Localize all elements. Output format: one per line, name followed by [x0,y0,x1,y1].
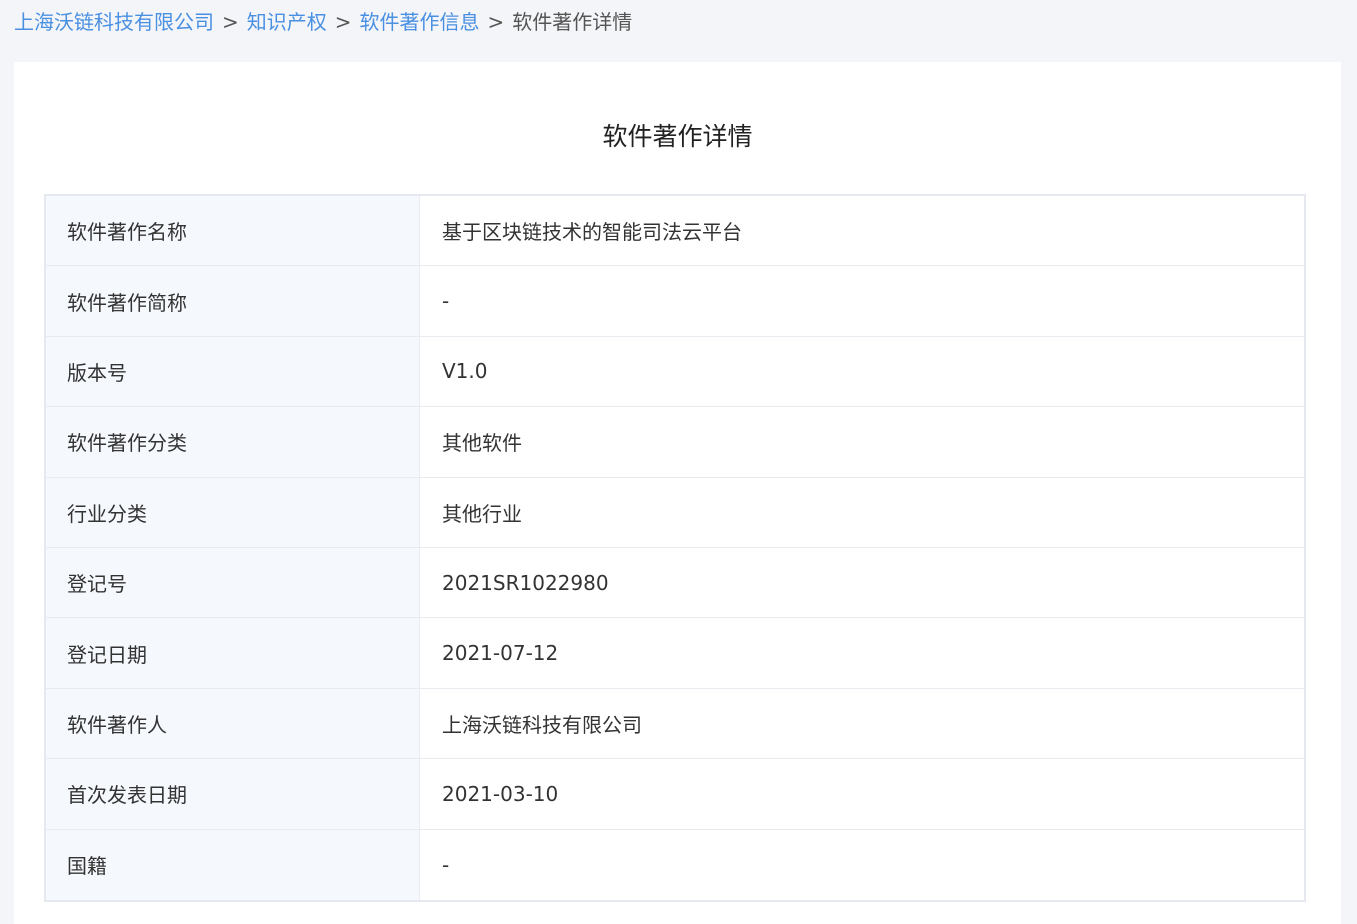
table-row: 版本号 V1.0 [46,336,1304,408]
row-label: 首次发表日期 [46,759,420,829]
row-label: 软件著作分类 [46,407,420,477]
table-row: 登记日期 2021-07-12 [46,618,1304,689]
row-value: 2021-07-12 [442,641,559,666]
row-label: 登记日期 [46,618,420,688]
table-row: 软件著作名称 基于区块链技术的智能司法云平台 [46,196,1304,267]
page-title: 软件著作详情 [602,122,753,151]
breadcrumb-link-company[interactable]: 上海沃链科技有限公司 [14,10,214,34]
row-label: 软件著作人 [46,688,420,759]
row-label: 国籍 [46,829,420,900]
row-value: V1.0 [442,359,488,384]
row-label: 行业分类 [46,477,420,547]
table-row: 首次发表日期 2021-03-10 [46,759,1304,830]
row-value: 基于区块链技术的智能司法云平台 [442,220,742,245]
table-row: 国籍 - [46,829,1304,900]
row-label: 软件著作名称 [46,196,420,266]
row-label: 版本号 [46,336,420,407]
breadcrumb-link-ip[interactable]: 知识产权 [247,10,327,34]
breadcrumb-separator: > [222,10,239,34]
table-row: 登记号 2021SR1022980 [46,547,1304,619]
row-value: - [442,289,450,314]
detail-card: 软件著作详情 软件著作名称 基于区块链技术的智能司法云平台 软件著作简称 - 版… [14,62,1341,924]
table-row: 软件著作人 上海沃链科技有限公司 [46,688,1304,760]
breadcrumb-link-software-info[interactable]: 软件著作信息 [360,10,480,34]
breadcrumb: 上海沃链科技有限公司 > 知识产权 > 软件著作信息 > 软件著作详情 [14,8,632,36]
row-value: 其他行业 [442,501,522,526]
table-row: 软件著作分类 其他软件 [46,407,1304,478]
row-value: 上海沃链科技有限公司 [442,712,642,737]
breadcrumb-current: 软件著作详情 [512,10,633,34]
row-label: 登记号 [46,547,420,618]
detail-table: 软件著作名称 基于区块链技术的智能司法云平台 软件著作简称 - 版本号 V1.0… [44,194,1306,902]
row-value: 2021SR1022980 [442,570,609,595]
breadcrumb-separator: > [487,10,505,34]
row-label: 软件著作简称 [46,266,420,336]
table-row: 软件著作简称 - [46,266,1304,337]
breadcrumb-separator: > [334,10,352,34]
row-value: - [442,852,450,877]
table-row: 行业分类 其他行业 [46,477,1304,548]
row-value: 2021-03-10 [442,781,559,806]
row-value: 其他软件 [442,431,522,456]
